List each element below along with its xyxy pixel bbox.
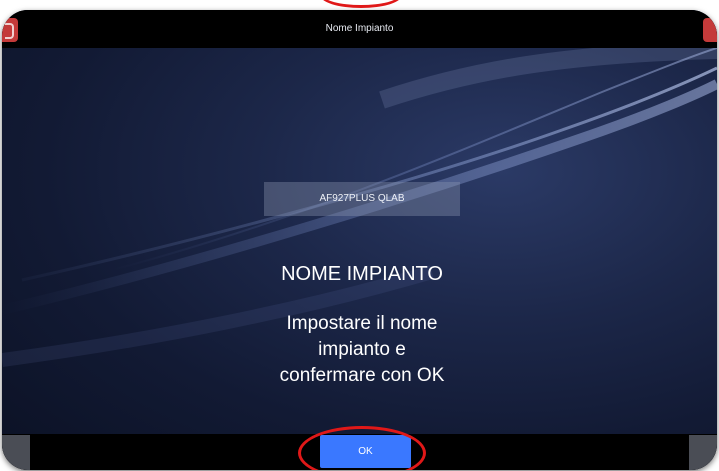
overlay-heading: NOME IMPIANTO — [281, 263, 443, 285]
app-screen — [2, 10, 717, 470]
background-swoosh — [2, 41, 717, 367]
bottom-right-button[interactable] — [689, 435, 717, 470]
bottom-left-button[interactable] — [2, 435, 30, 470]
instruction-line: impianto e — [318, 339, 406, 360]
instruction-line: confermare con OK — [279, 365, 445, 386]
close-button[interactable] — [703, 18, 717, 42]
back-button[interactable] — [2, 18, 18, 42]
plant-name-input[interactable] — [264, 182, 460, 216]
title-highlight-circle — [320, 0, 402, 8]
device-frame: Nome Impianto NOME IMPIANTO Impostare il… — [2, 10, 717, 470]
back-arrow-icon — [5, 23, 14, 39]
overlay-instructions: Impostare il nome impianto e confermare … — [182, 311, 542, 389]
page-title: Nome Impianto — [325, 23, 394, 34]
instruction-line: Impostare il nome — [286, 313, 438, 334]
